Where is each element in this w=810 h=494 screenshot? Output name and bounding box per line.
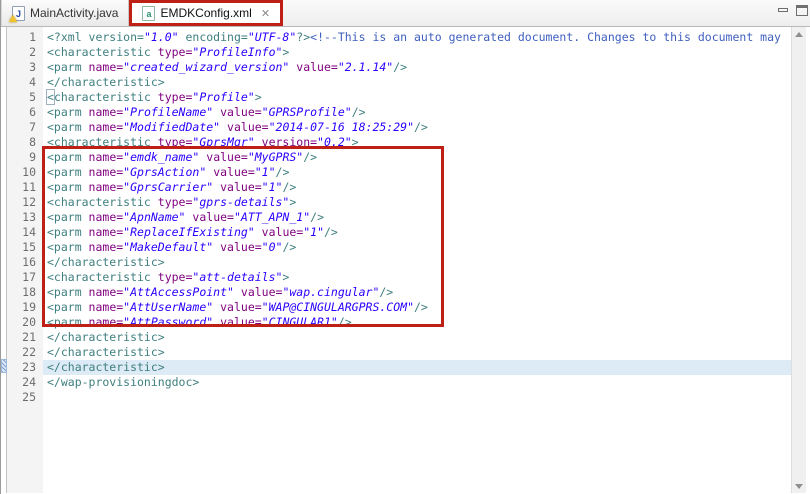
code-line[interactable]: <parm name="GprsAction" value="1"/> bbox=[43, 165, 791, 180]
code-line[interactable]: <characteristic type="Profile"> bbox=[43, 90, 791, 105]
java-file-icon: J bbox=[12, 6, 25, 21]
code-line[interactable]: <characteristic type="att-details"> bbox=[43, 270, 791, 285]
line-number: 23 bbox=[7, 360, 43, 375]
code-line[interactable]: <parm name="AttUserName" value="WAP@CING… bbox=[43, 300, 791, 315]
view-window-controls bbox=[778, 5, 808, 16]
line-number: 1 bbox=[7, 30, 43, 45]
overview-ruler bbox=[806, 27, 810, 493]
gutter-numbers: 1234567891011121314151617181920212223242… bbox=[7, 27, 43, 493]
line-number: 18 bbox=[7, 285, 43, 300]
close-icon[interactable]: ✕ bbox=[261, 7, 270, 20]
line-number: 11 bbox=[7, 180, 43, 195]
line-number: 4 bbox=[7, 75, 43, 90]
line-number: 24 bbox=[7, 375, 43, 390]
vertical-scrollbar[interactable] bbox=[791, 27, 806, 493]
code-line[interactable]: <characteristic type="GprsMgr" version="… bbox=[43, 135, 791, 150]
code-line[interactable]: <parm name="ModifiedDate" value="2014-07… bbox=[43, 120, 791, 135]
tab-label: EMDKConfig.xml bbox=[160, 6, 251, 20]
eclipse-editor-window: J MainActivity.java a EMDKConfig.xml ✕ 1… bbox=[0, 0, 810, 494]
code-line[interactable]: <parm name="ApnName" value="ATT_APN_1"/> bbox=[43, 210, 791, 225]
tab-label: MainActivity.java bbox=[30, 6, 118, 20]
code-line[interactable]: </characteristic> bbox=[43, 330, 791, 345]
code-line[interactable] bbox=[43, 390, 791, 405]
code-line[interactable]: <parm name="AttAccessPoint" value="wap.c… bbox=[43, 285, 791, 300]
code-lines[interactable]: <?xml version="1.0" encoding="UTF-8"?><!… bbox=[43, 27, 791, 493]
line-number: 5 bbox=[7, 90, 43, 105]
code-line[interactable]: <parm name="ProfileName" value="GPRSProf… bbox=[43, 105, 791, 120]
code-line[interactable]: <characteristic type="gprs-details"> bbox=[43, 195, 791, 210]
scroll-up-icon[interactable] bbox=[792, 27, 806, 41]
code-line[interactable]: <parm name="AttPassword" value="CINGULAR… bbox=[43, 315, 791, 330]
line-number: 22 bbox=[7, 345, 43, 360]
line-number: 20 bbox=[7, 315, 43, 330]
line-number: 25 bbox=[7, 390, 43, 405]
line-number: 15 bbox=[7, 240, 43, 255]
scroll-down-icon[interactable] bbox=[792, 479, 806, 493]
code-line[interactable]: </wap-provisioningdoc> bbox=[43, 375, 791, 390]
minimize-icon[interactable] bbox=[778, 8, 788, 12]
xml-file-icon: a bbox=[142, 6, 155, 21]
code-line[interactable]: <parm name="MakeDefault" value="0"/> bbox=[43, 240, 791, 255]
code-line[interactable]: </characteristic> bbox=[43, 360, 791, 375]
line-number: 2 bbox=[7, 45, 43, 60]
code-line[interactable]: <parm name="emdk_name" value="MyGPRS"/> bbox=[43, 150, 791, 165]
code-line[interactable]: </characteristic> bbox=[43, 345, 791, 360]
code-line[interactable]: <characteristic type="ProfileInfo"> bbox=[43, 45, 791, 60]
current-line-range-marker bbox=[1, 359, 7, 373]
line-number: 16 bbox=[7, 255, 43, 270]
code-line[interactable]: <parm name="GprsCarrier" value="1"/> bbox=[43, 180, 791, 195]
line-number: 9 bbox=[7, 150, 43, 165]
maximize-icon[interactable] bbox=[796, 5, 808, 16]
code-line[interactable]: </characteristic> bbox=[43, 75, 791, 90]
line-number: 14 bbox=[7, 225, 43, 240]
line-number: 13 bbox=[7, 210, 43, 225]
line-number: 21 bbox=[7, 330, 43, 345]
line-number: 17 bbox=[7, 270, 43, 285]
line-number: 19 bbox=[7, 300, 43, 315]
code-line[interactable]: <parm name="created_wizard_version" valu… bbox=[43, 60, 791, 75]
line-number: 12 bbox=[7, 195, 43, 210]
code-line[interactable]: <?xml version="1.0" encoding="UTF-8"?><!… bbox=[43, 30, 791, 45]
code-line[interactable]: <parm name="ReplaceIfExisting" value="1"… bbox=[43, 225, 791, 240]
xml-editor-area: 1234567891011121314151617181920212223242… bbox=[1, 27, 810, 493]
line-number: 8 bbox=[7, 135, 43, 150]
editor-tab-bar: J MainActivity.java a EMDKConfig.xml ✕ bbox=[1, 0, 810, 27]
line-number: 3 bbox=[7, 60, 43, 75]
tab-emdkconfig-xml[interactable]: a EMDKConfig.xml ✕ bbox=[129, 0, 283, 26]
tab-mainactivity-java[interactable]: J MainActivity.java bbox=[1, 0, 129, 26]
line-number: 6 bbox=[7, 105, 43, 120]
line-number: 10 bbox=[7, 165, 43, 180]
line-number: 7 bbox=[7, 120, 43, 135]
code-line[interactable]: </characteristic> bbox=[43, 255, 791, 270]
